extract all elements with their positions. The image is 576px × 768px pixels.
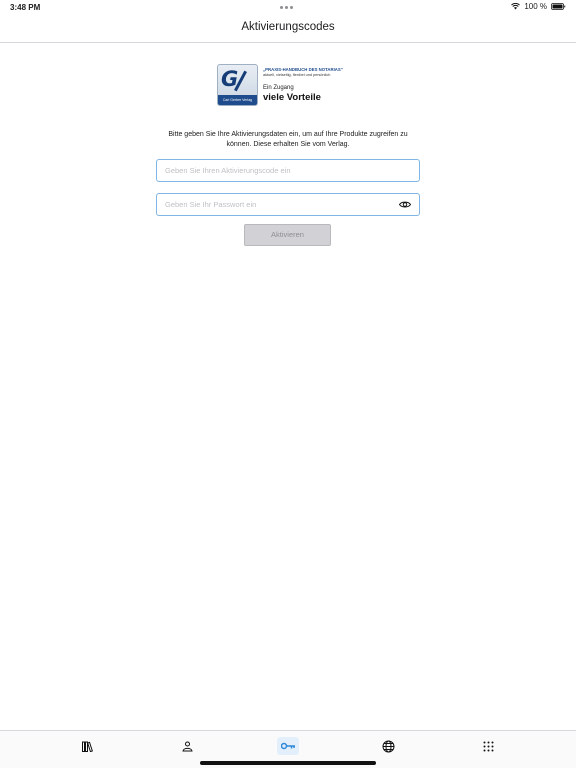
tab-bar bbox=[0, 730, 576, 768]
promo-subline: aktuell, vielseitig, flexibel und persön… bbox=[263, 73, 331, 77]
status-indicators: 100 % bbox=[511, 2, 566, 11]
grid-icon bbox=[483, 741, 494, 752]
battery-icon bbox=[551, 3, 566, 10]
tab-account[interactable] bbox=[176, 737, 198, 755]
instructions-text: Bitte geben Sie Ihre Aktivierungsdaten e… bbox=[168, 131, 408, 148]
tab-library[interactable] bbox=[77, 737, 99, 755]
tab-web[interactable] bbox=[377, 737, 399, 755]
activate-button[interactable]: Aktivieren bbox=[244, 224, 331, 246]
promo-tagline-line1: Ein Zugang bbox=[263, 85, 294, 91]
password-input[interactable] bbox=[157, 194, 419, 215]
activation-code-input[interactable] bbox=[157, 160, 419, 181]
tab-activation-codes[interactable] bbox=[277, 737, 299, 755]
navigation-bar: Aktivierungscodes bbox=[0, 14, 576, 43]
library-icon bbox=[81, 741, 95, 752]
logo-footer-text: Carl Gerber Verlag bbox=[218, 95, 257, 105]
activation-code-field[interactable] bbox=[156, 159, 420, 182]
person-icon bbox=[181, 741, 193, 752]
key-icon bbox=[280, 742, 296, 750]
multitasking-dots[interactable] bbox=[280, 6, 293, 9]
globe-icon bbox=[382, 740, 395, 753]
battery-percentage: 100 % bbox=[524, 2, 547, 11]
eye-icon[interactable] bbox=[399, 200, 411, 209]
promo-banner: G Carl Gerber Verlag „PRAXIS-HANDBUCH DE… bbox=[217, 64, 362, 106]
promo-headline: „PRAXIS-HANDBUCH DES NOTARIAS“ bbox=[263, 67, 343, 72]
page-title: Aktivierungscodes bbox=[241, 21, 335, 33]
tab-more[interactable] bbox=[477, 737, 499, 755]
wifi-icon bbox=[511, 3, 521, 10]
status-time: 3:48 PM bbox=[10, 3, 41, 12]
publisher-logo: G Carl Gerber Verlag bbox=[217, 64, 258, 106]
promo-tagline-line2: viele Vorteile bbox=[263, 92, 321, 103]
home-indicator[interactable] bbox=[200, 761, 376, 765]
password-field[interactable] bbox=[156, 193, 420, 216]
status-bar: 3:48 PM 100 % bbox=[0, 0, 576, 14]
